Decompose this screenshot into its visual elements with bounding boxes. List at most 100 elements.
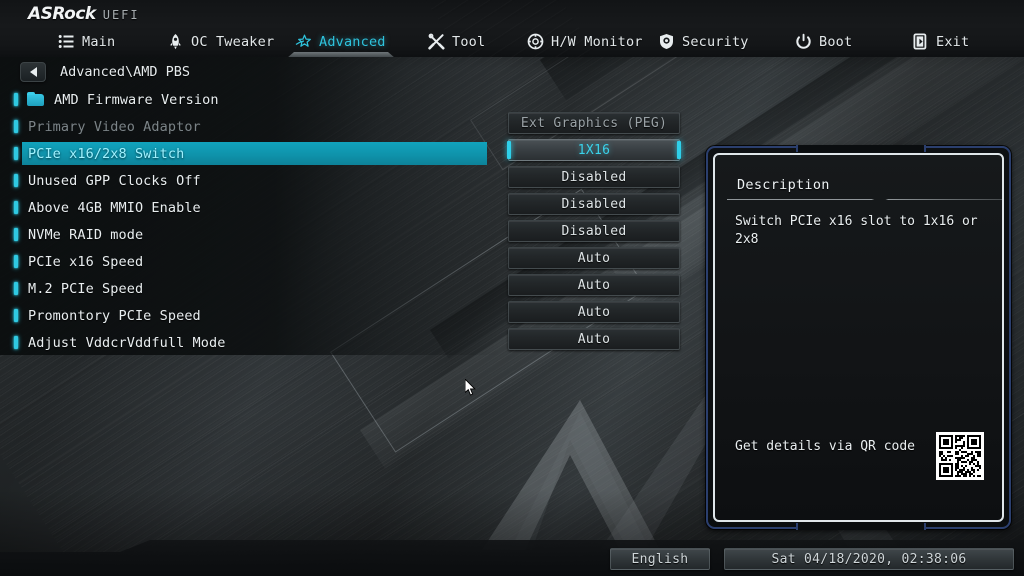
tab-h-w-monitor[interactable]: H/W Monitor (527, 26, 643, 57)
value-text: Disabled (561, 196, 627, 212)
tab-label: Security (682, 33, 749, 50)
value-field-8[interactable]: Auto (508, 328, 680, 350)
value-text: Auto (577, 304, 611, 320)
star-icon (295, 34, 311, 47)
value-text: Ext Graphics (PEG) (520, 115, 668, 131)
value-text: Auto (577, 250, 611, 266)
title-bar: ASRock UEFI Main OC Tweaker Advanced Tool… (0, 0, 1024, 57)
menu-item-label: Above 4GB MMIO Enable (28, 199, 201, 216)
value-field-2[interactable]: Disabled (508, 166, 680, 188)
value-field-3[interactable]: Disabled (508, 193, 680, 215)
brand-name: ASRock (28, 4, 96, 24)
status-bar: English Sat 04/18/2020, 02:38:06 (0, 540, 1024, 576)
breadcrumb: Advanced\AMD PBS (20, 62, 190, 82)
main-nav-tabs[interactable]: Main OC Tweaker Advanced Tool H/W Monito… (0, 26, 1024, 57)
tab-oc-tweaker[interactable]: OC Tweaker (167, 26, 274, 57)
tab-label: Advanced (319, 33, 386, 50)
menu-bullet-icon (14, 255, 18, 268)
description-text: Switch PCIe x16 slot to 1x16 or 2x8 (735, 214, 978, 247)
menu-bullet-icon (14, 309, 18, 322)
tab-exit[interactable]: Exit (912, 26, 969, 57)
description-panel: Description Switch PCIe x16 slot to 1x16… (706, 145, 1011, 530)
value-text: Disabled (561, 223, 627, 239)
menu-item-label: PCIe x16 Speed (28, 253, 144, 270)
menu-item-promontory-pcie-speed[interactable]: Promontory PCIe Speed (0, 302, 500, 329)
value-field-5[interactable]: Auto (508, 247, 680, 269)
menu-bullet-icon (14, 174, 18, 187)
qr-code-label: Get details via QR code (735, 439, 916, 454)
menu-bullet-icon (14, 282, 18, 295)
language-label: English (631, 551, 689, 567)
exit-door-icon (913, 33, 927, 50)
gauge-icon (527, 33, 544, 50)
folder-icon (27, 92, 44, 106)
brand-sub: UEFI (102, 8, 140, 22)
system-clock[interactable]: Sat 04/18/2020, 02:38:06 (724, 548, 1014, 570)
settings-menu-list[interactable]: AMD Firmware Version Primary Video Adapto… (0, 86, 500, 356)
menu-item-adjust-vddcrvddfull-mode[interactable]: Adjust VddcrVddfull Mode (0, 329, 500, 356)
list-icon (58, 35, 74, 48)
description-divider (727, 199, 1002, 200)
tab-label: Main (82, 33, 116, 50)
tab-label: H/W Monitor (551, 33, 643, 50)
value-field-1[interactable]: 1X16 (507, 139, 681, 161)
back-arrow-icon[interactable] (20, 62, 46, 82)
value-field-6[interactable]: Auto (508, 274, 680, 296)
value-field-4[interactable]: Disabled (508, 220, 680, 242)
menu-bullet-icon (14, 336, 18, 349)
menu-item-pcie-x16-2x8-switch[interactable]: PCIe x16/2x8 Switch (0, 140, 500, 167)
menu-item-primary-video-adaptor[interactable]: Primary Video Adaptor (0, 113, 500, 140)
menu-item-label: AMD Firmware Version (54, 91, 219, 108)
value-text: Disabled (561, 169, 627, 185)
value-text: Auto (577, 277, 611, 293)
description-frame-notch-bottom (796, 523, 926, 530)
power-icon (796, 33, 811, 49)
language-selector[interactable]: English (610, 548, 710, 570)
menu-item-unused-gpp-clocks-off[interactable]: Unused GPP Clocks Off (0, 167, 500, 194)
menu-item-label: Primary Video Adaptor (28, 118, 201, 135)
menu-item-pcie-x16-speed[interactable]: PCIe x16 Speed (0, 248, 500, 275)
rocket-icon (170, 34, 181, 50)
description-frame-notch-top (796, 145, 926, 152)
tab-label: Boot (819, 33, 853, 50)
tools-icon (428, 33, 445, 50)
menu-item-amd-firmware-version[interactable]: AMD Firmware Version (0, 86, 500, 113)
menu-bullet-icon (14, 228, 18, 241)
tab-advanced[interactable]: Advanced (287, 26, 395, 57)
menu-item-nvme-raid-mode[interactable]: NVMe RAID mode (0, 221, 500, 248)
menu-item-above-4gb-mmio-enable[interactable]: Above 4GB MMIO Enable (0, 194, 500, 221)
value-field-7[interactable]: Auto (508, 301, 680, 323)
menu-item-label: NVMe RAID mode (28, 226, 144, 243)
asrock-logo: ASRock UEFI (28, 4, 140, 24)
tab-boot[interactable]: Boot (795, 26, 852, 57)
value-text: Auto (577, 331, 611, 347)
description-title: Description (737, 177, 830, 193)
menu-bullet-icon (14, 120, 18, 133)
description-panel-frame: Description Switch PCIe x16 slot to 1x16… (706, 145, 1011, 530)
qr-code-icon (936, 432, 984, 480)
tab-label: Tool (452, 33, 486, 50)
menu-bullet-icon (14, 147, 18, 160)
tab-label: Exit (936, 33, 970, 50)
menu-bullet-icon (14, 201, 18, 214)
tab-tool[interactable]: Tool (428, 26, 485, 57)
menu-bullet-icon (14, 93, 18, 106)
active-tab-underline (287, 52, 395, 57)
menu-item-label: Adjust VddcrVddfull Mode (28, 334, 226, 351)
menu-item-label: M.2 PCIe Speed (28, 280, 144, 297)
shield-icon (660, 34, 673, 49)
value-text: 1X16 (577, 142, 611, 158)
breadcrumb-path: Advanced\AMD PBS (60, 64, 191, 80)
menu-item-label: Unused GPP Clocks Off (28, 172, 201, 189)
tab-security[interactable]: Security (658, 26, 749, 57)
value-field-0[interactable]: Ext Graphics (PEG) (508, 112, 680, 134)
menu-item-label: Promontory PCIe Speed (28, 307, 201, 324)
tab-main[interactable]: Main (58, 26, 115, 57)
settings-value-column[interactable]: Ext Graphics (PEG) 1X16 Disabled Disabled Di… (507, 112, 681, 355)
tab-label: OC Tweaker (191, 33, 275, 50)
datetime-label: Sat 04/18/2020, 02:38:06 (771, 551, 967, 567)
menu-item-m-2-pcie-speed[interactable]: M.2 PCIe Speed (0, 275, 500, 302)
description-panel-inner: Description Switch PCIe x16 slot to 1x16… (713, 153, 1004, 522)
mouse-cursor (465, 379, 476, 396)
menu-item-label: PCIe x16/2x8 Switch (28, 145, 185, 162)
